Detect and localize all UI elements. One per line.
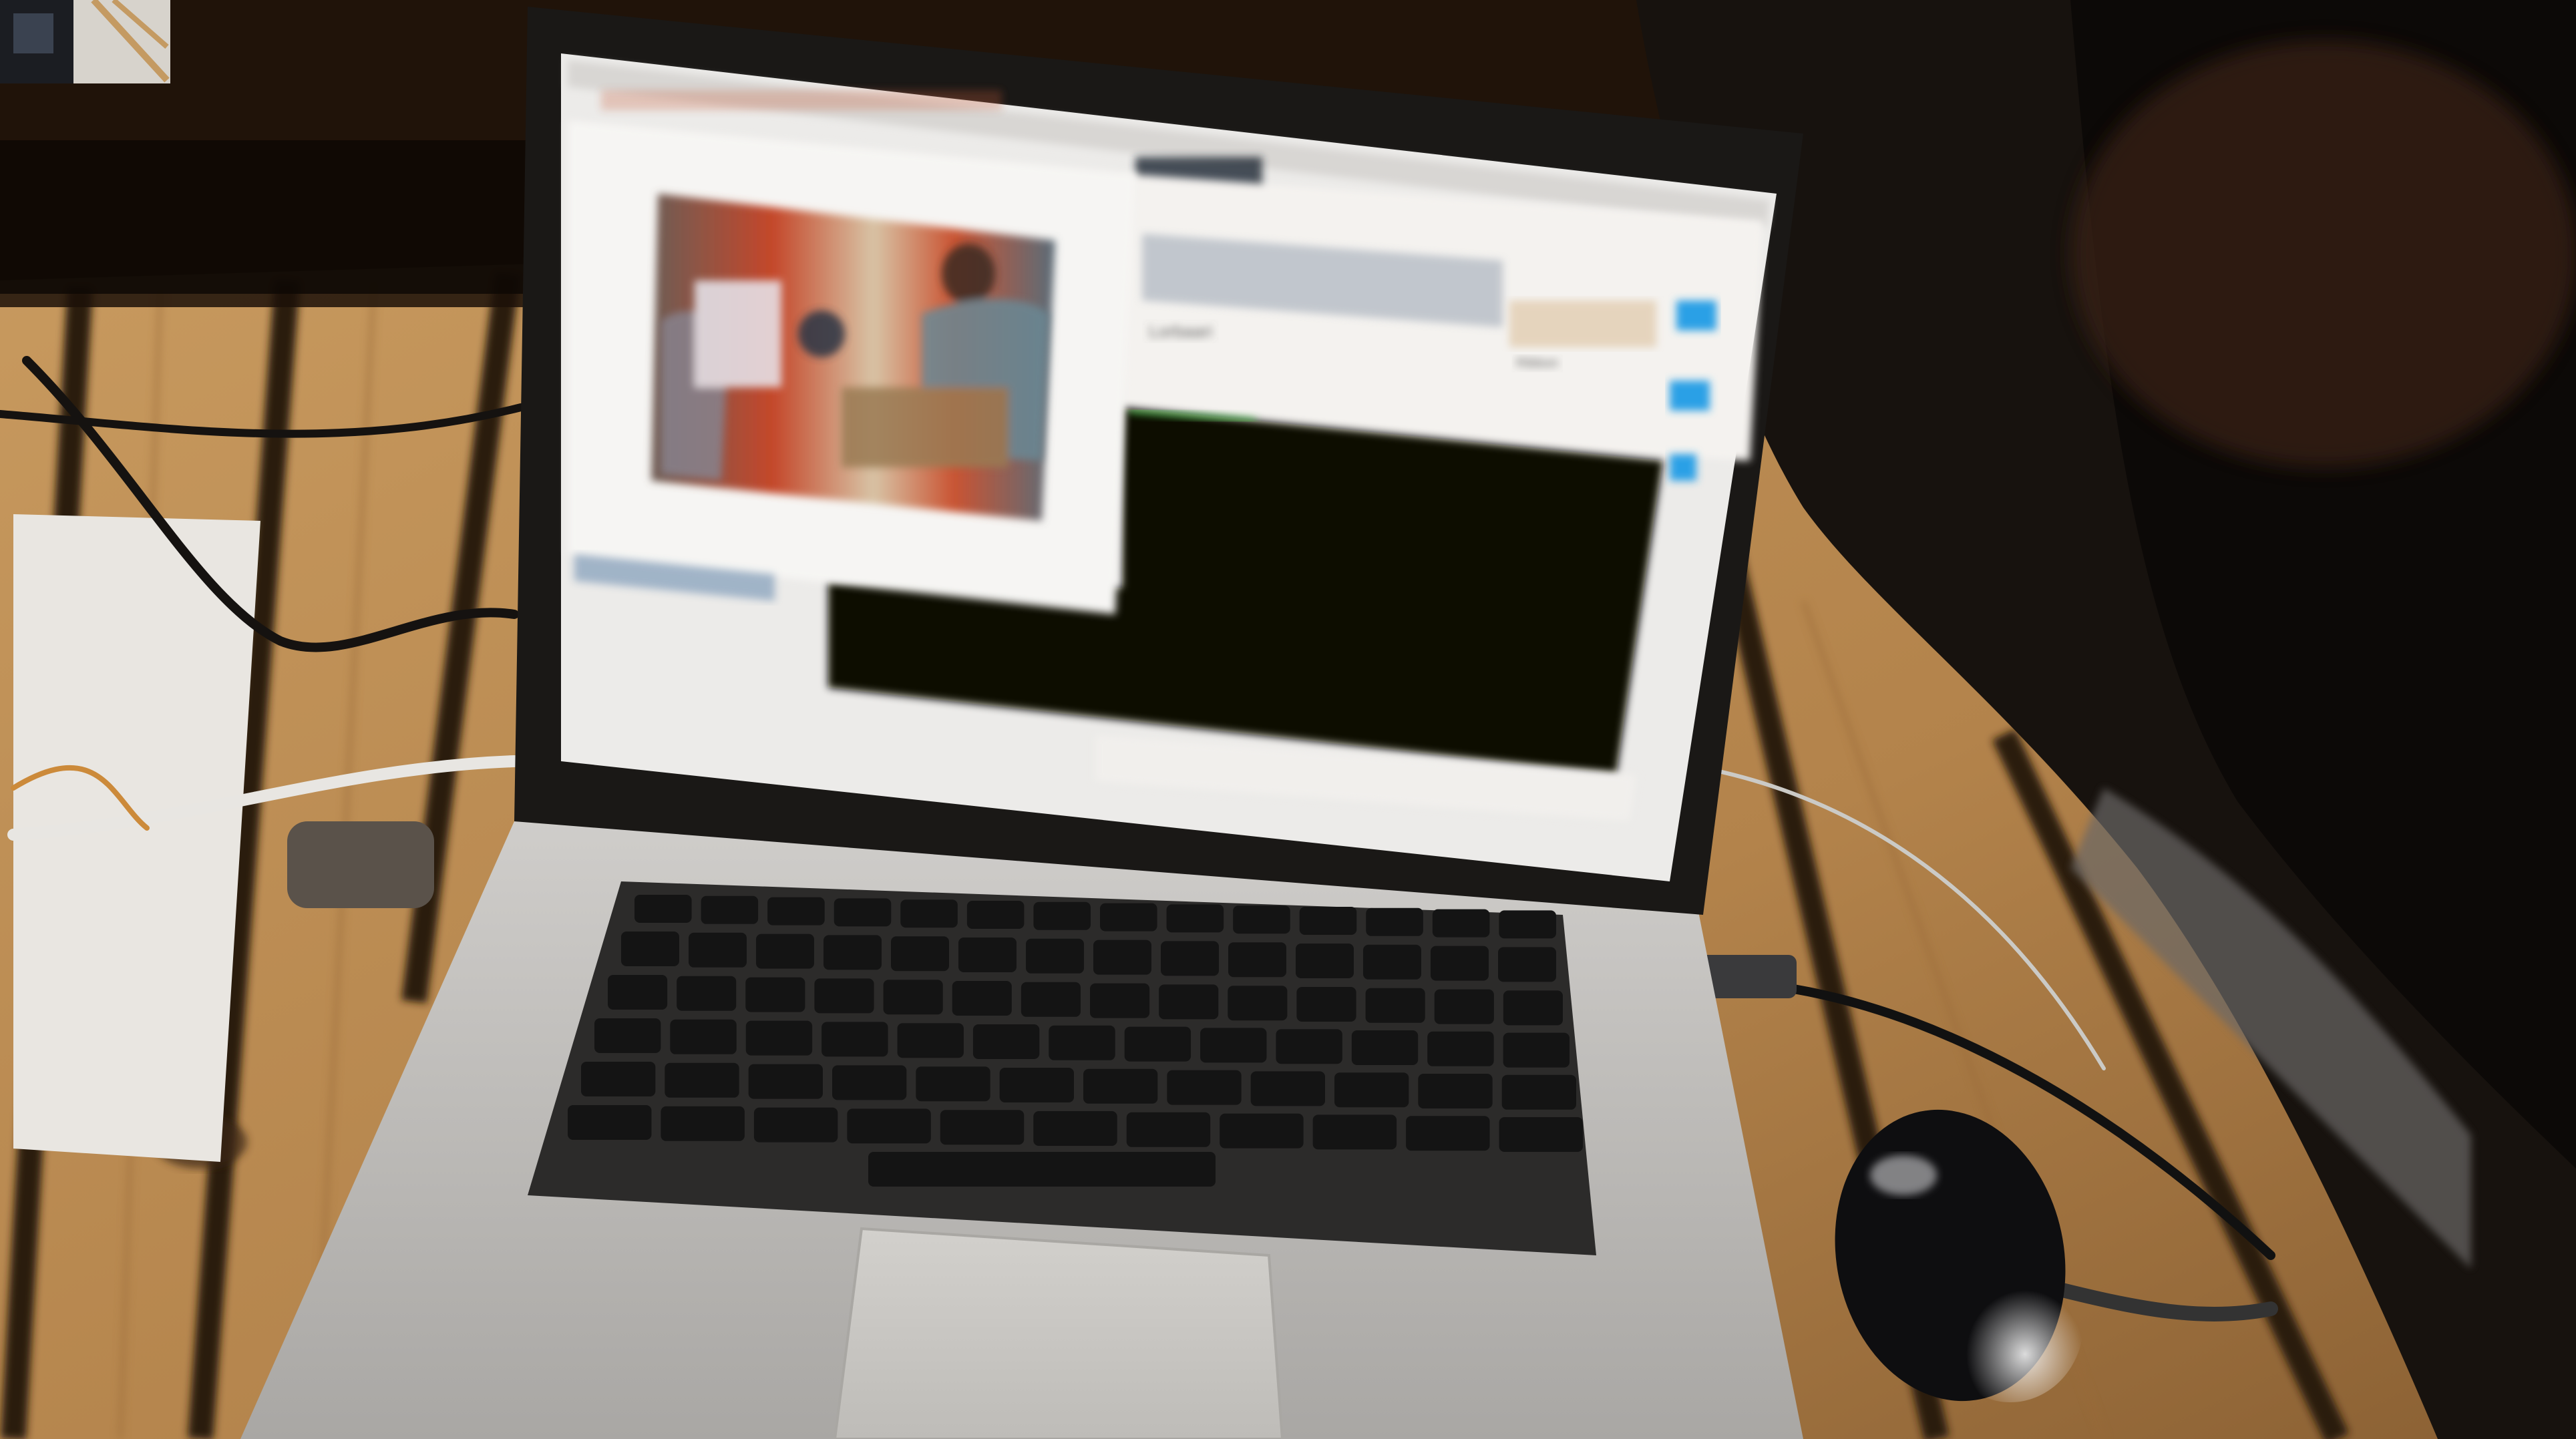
- keyboard-key: [1299, 907, 1357, 935]
- keyboard-key: [952, 981, 1012, 1016]
- keyboard-key: [940, 1110, 1025, 1145]
- keyboard-key: [1166, 904, 1224, 933]
- keyboard-key: [1250, 1071, 1325, 1106]
- keyboard-key: [1220, 1113, 1304, 1149]
- keyboard-key: [608, 975, 668, 1010]
- finder-icon-1: [1676, 300, 1716, 331]
- keyboard-key: [1228, 942, 1286, 978]
- keyboard-key: [594, 1018, 661, 1053]
- keyboard-key: [1100, 903, 1157, 932]
- paper-sheet: [13, 514, 260, 1162]
- keyboard-key: [1233, 905, 1290, 934]
- photo-inset-thumbnail: [0, 0, 170, 83]
- keyboard-key: [821, 1022, 888, 1057]
- keyboard-key: [1026, 938, 1084, 974]
- keyboard-key: [966, 901, 1025, 929]
- keyboard-key: [621, 932, 679, 966]
- keyboard-key: [1406, 1116, 1490, 1151]
- keyboard-key: [1427, 1031, 1494, 1066]
- power-adapter: [287, 821, 434, 908]
- keyboard-key: [1501, 1074, 1576, 1110]
- keyboard-key: [745, 1020, 813, 1056]
- keyboard-key: [661, 1106, 745, 1141]
- photo-preview-window: [568, 120, 1135, 614]
- keyboard-key: [972, 1024, 1040, 1059]
- keyboard-key: [916, 1066, 990, 1102]
- photo-scene: Lorbaari Ribbon: [0, 0, 2576, 1439]
- keyboard-key: [823, 935, 882, 970]
- finder-icon-3: [1670, 454, 1696, 481]
- keyboard-key: [891, 936, 949, 972]
- keyboard-key: [748, 1064, 823, 1099]
- keyboard-key: [581, 1062, 656, 1096]
- document-title: Lorbaari: [1149, 321, 1212, 341]
- keyboard-key: [1093, 940, 1151, 975]
- keyboard-key: [1351, 1030, 1419, 1065]
- keyboard-key: [1334, 1072, 1409, 1108]
- keyboard-key: [634, 895, 692, 923]
- keyboard-key: [1312, 1114, 1397, 1150]
- keyboard-key: [1167, 1070, 1242, 1105]
- keyboard-key: [1083, 1068, 1158, 1104]
- keyboard-key: [1499, 910, 1556, 939]
- keyboard-key: [1418, 1074, 1493, 1108]
- spacebar-key: [868, 1152, 1216, 1187]
- keyboard-key: [670, 1019, 737, 1054]
- keyboard-key: [756, 934, 814, 969]
- keyboard-key: [1434, 989, 1494, 1024]
- keyboard-key: [999, 1068, 1074, 1102]
- keyboard-key: [958, 938, 1017, 972]
- keyboard-key: [677, 976, 737, 1011]
- keyboard-key: [1090, 983, 1150, 1018]
- keyboard-key: [1431, 946, 1489, 981]
- keyboard-key: [1432, 909, 1490, 938]
- keyboard-key: [1161, 941, 1219, 976]
- keyboard-key: [1498, 947, 1556, 982]
- keyboard-key: [814, 978, 874, 1014]
- keyboard-key: [1503, 1032, 1570, 1068]
- keyboard-key: [883, 980, 943, 1015]
- keyboard-key: [1033, 901, 1091, 930]
- keyboard-key: [1126, 1112, 1211, 1147]
- keyboard-key: [1021, 982, 1081, 1017]
- panel-thumbnail: [1509, 300, 1656, 347]
- keyboard-key: [1366, 907, 1423, 936]
- keyboard-key: [1365, 988, 1425, 1023]
- panel-heading: Ribbon: [1516, 356, 1558, 371]
- keyboard-key: [1124, 1026, 1191, 1062]
- keyboard-key: [1363, 944, 1421, 980]
- keyboard-key: [745, 977, 805, 1012]
- keyboard-key: [1159, 984, 1219, 1020]
- keyboard-key: [665, 1062, 739, 1098]
- keyboard-key: [1033, 1111, 1117, 1146]
- keyboard-key: [900, 899, 958, 928]
- finder-icon-2: [1670, 381, 1710, 411]
- keyboard-key: [568, 1105, 652, 1140]
- keyboard-key: [847, 1108, 931, 1144]
- keyboard-key: [689, 932, 747, 968]
- keyboard-key: [1499, 1117, 1583, 1152]
- keyboard-key: [897, 1023, 964, 1058]
- keyboard-key: [1228, 986, 1288, 1021]
- keyboard-key: [1200, 1028, 1267, 1063]
- keyboard-key: [767, 897, 825, 926]
- keyboard-key: [1503, 990, 1563, 1026]
- keyboard-key: [1276, 1029, 1342, 1064]
- keyboard-key: [834, 898, 892, 927]
- keyboard-key: [832, 1065, 907, 1100]
- keyboard-key: [753, 1107, 838, 1143]
- keyboard-key: [1049, 1025, 1115, 1060]
- keyboard-key: [1296, 987, 1356, 1022]
- trackpad: [833, 1227, 1284, 1439]
- keyboard-key: [1296, 944, 1354, 978]
- keyboard-key: [701, 895, 759, 924]
